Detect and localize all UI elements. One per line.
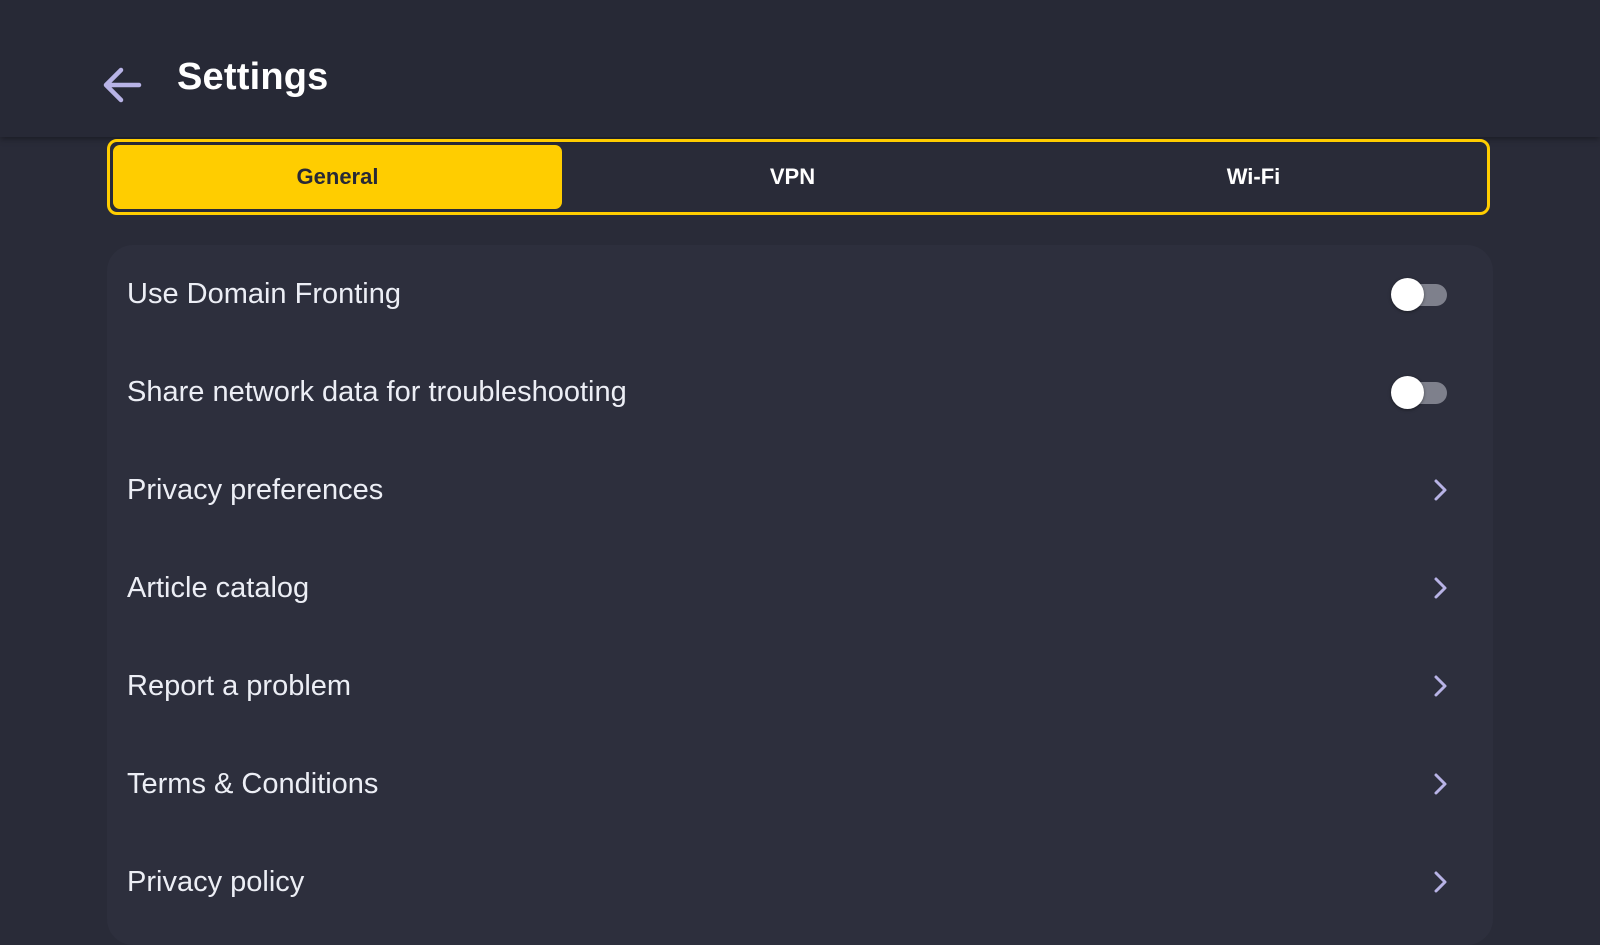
chevron-right-icon xyxy=(1429,772,1453,796)
app-header: Settings xyxy=(0,0,1600,137)
share-network-data-toggle[interactable] xyxy=(1391,375,1447,409)
toggle-knob xyxy=(1391,278,1424,311)
chevron-right-icon xyxy=(1429,674,1453,698)
toggle-knob xyxy=(1391,376,1424,409)
setting-privacy-policy[interactable]: Privacy policy xyxy=(127,833,1473,931)
chevron-right-icon xyxy=(1429,478,1453,502)
setting-terms-conditions[interactable]: Terms & Conditions xyxy=(127,735,1473,833)
setting-report-a-problem[interactable]: Report a problem xyxy=(127,637,1473,735)
setting-use-domain-fronting[interactable]: Use Domain Fronting xyxy=(127,245,1473,343)
setting-label: Use Domain Fronting xyxy=(127,277,401,310)
setting-share-network-data[interactable]: Share network data for troubleshooting xyxy=(127,343,1473,441)
domain-fronting-toggle[interactable] xyxy=(1391,277,1447,311)
setting-label: Privacy preferences xyxy=(127,473,384,506)
page-title: Settings xyxy=(177,56,329,98)
setting-label: Article catalog xyxy=(127,571,310,604)
setting-label: Terms & Conditions xyxy=(127,767,379,800)
settings-tabs: General VPN Wi-Fi xyxy=(107,139,1490,215)
setting-privacy-preferences[interactable]: Privacy preferences xyxy=(127,441,1473,539)
tab-vpn[interactable]: VPN xyxy=(562,145,1023,209)
setting-label: Share network data for troubleshooting xyxy=(127,375,627,408)
tab-general[interactable]: General xyxy=(113,145,562,209)
setting-article-catalog[interactable]: Article catalog xyxy=(127,539,1473,637)
chevron-right-icon xyxy=(1429,576,1453,600)
back-button[interactable] xyxy=(98,64,146,110)
settings-list: Use Domain Fronting Share network data f… xyxy=(107,245,1493,945)
chevron-right-icon xyxy=(1429,870,1453,894)
arrow-left-icon xyxy=(101,65,143,110)
setting-label: Privacy policy xyxy=(127,865,305,898)
tab-wifi[interactable]: Wi-Fi xyxy=(1023,145,1484,209)
setting-label: Report a problem xyxy=(127,669,352,702)
